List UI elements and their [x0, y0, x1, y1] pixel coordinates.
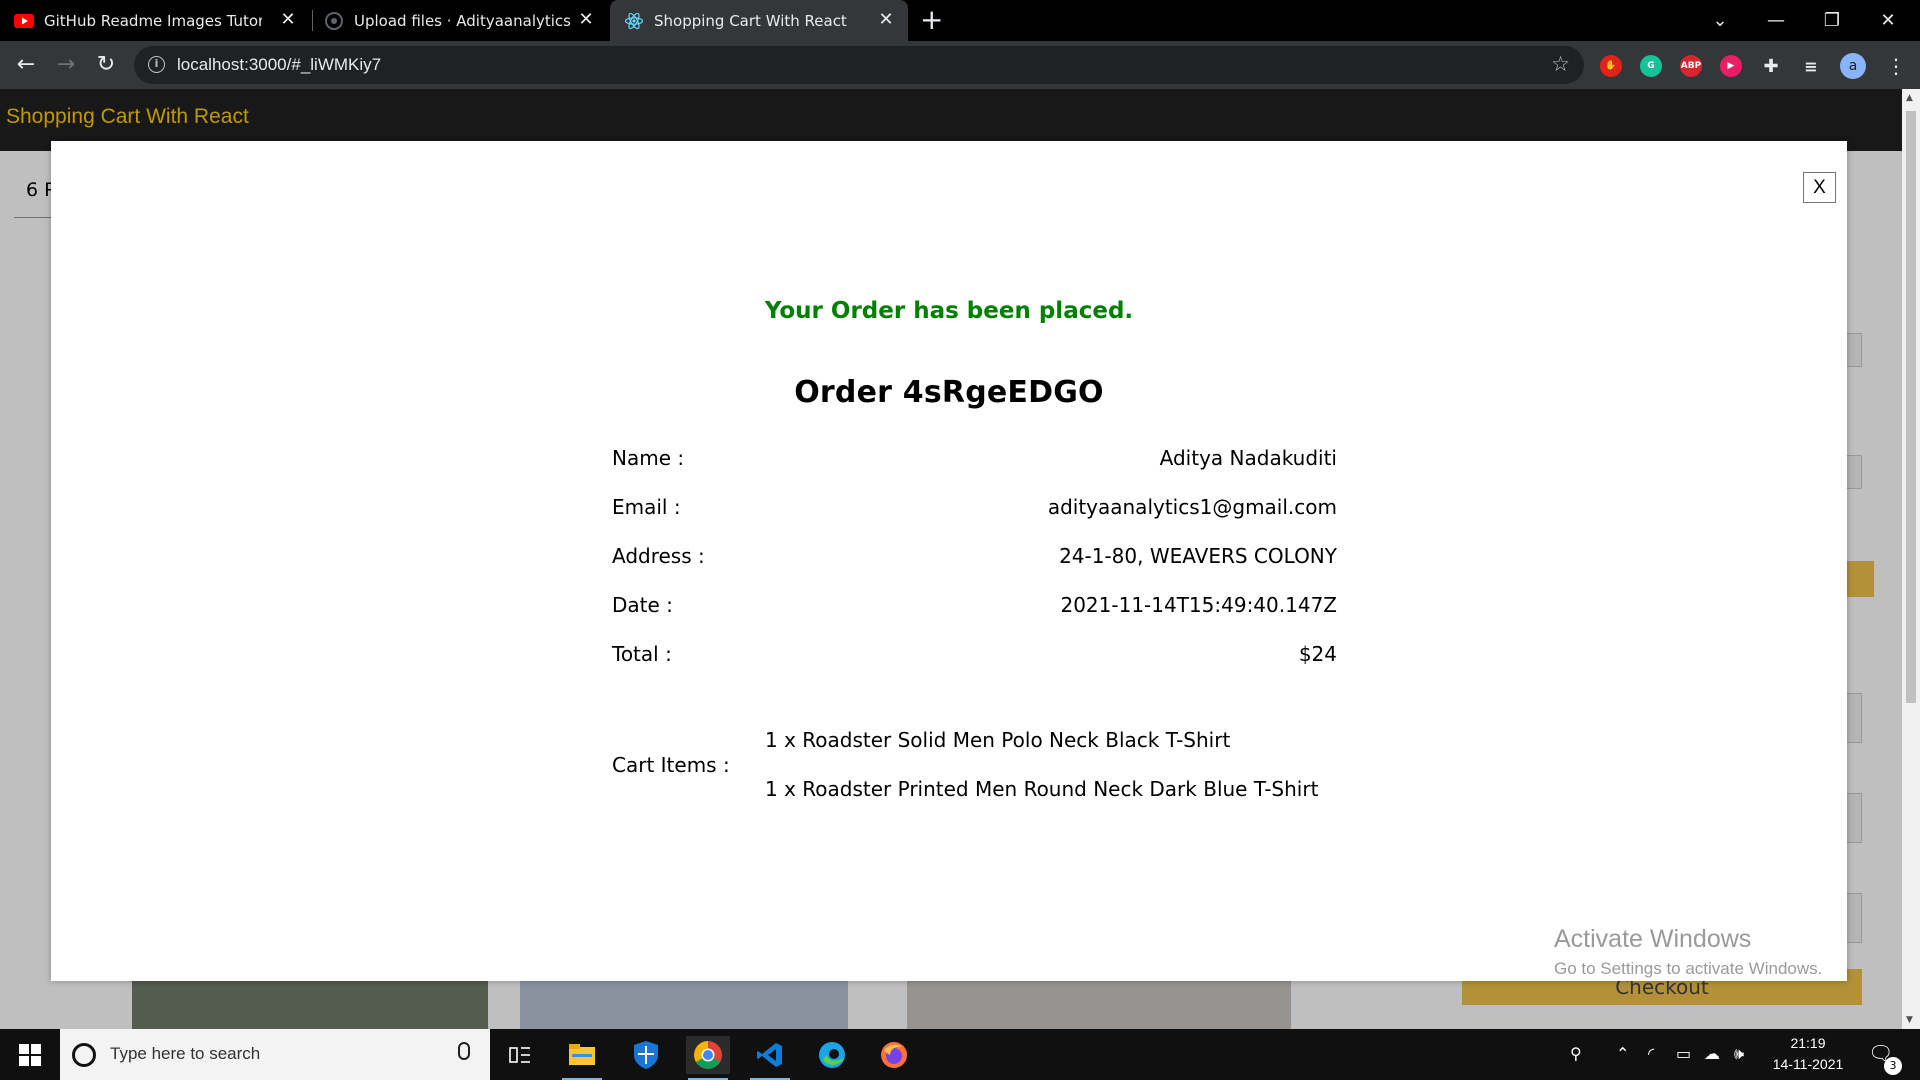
windows-taskbar: Type here to search ⚲ ⌃ ◜ ▭ ☁ 🕪 21:19 14…	[0, 1029, 1920, 1080]
tab-close-icon[interactable]: ✕	[278, 10, 298, 30]
clock-time: 21:19	[1790, 1035, 1826, 1051]
new-tab-icon[interactable]: +	[920, 6, 943, 34]
extension-hand-icon[interactable]: ✋	[1600, 55, 1622, 77]
notification-count-badge: 3	[1884, 1057, 1902, 1075]
grammarly-icon[interactable]: G	[1640, 55, 1662, 77]
activate-windows-subtitle: Go to Settings to activate Windows.	[1554, 959, 1823, 978]
order-field-name: Name : Aditya Nadakuditi	[612, 446, 1337, 476]
vscode-icon[interactable]	[748, 1036, 792, 1080]
bookmark-star-icon[interactable]: ☆	[1551, 52, 1570, 76]
address-bar[interactable]: i localhost:3000/#_liWMKiy7 ☆	[134, 46, 1584, 84]
page-viewport: Shopping Cart With React 6 P Checkout ▲ …	[0, 89, 1920, 1029]
taskbar-search[interactable]: Type here to search	[60, 1029, 490, 1080]
volume-icon[interactable]: 🕪	[1734, 1044, 1744, 1064]
youtube-icon	[14, 11, 34, 31]
reload-icon[interactable]: ↻	[92, 51, 120, 79]
clock-date: 14-11-2021	[1772, 1056, 1844, 1072]
field-label: Date :	[612, 593, 673, 617]
tab-title: GitHub Readme Images Tutorial	[44, 11, 262, 30]
windows-security-icon[interactable]	[624, 1036, 668, 1074]
browser-tab-strip: GitHub Readme Images Tutorial ✕ Upload f…	[0, 0, 1920, 41]
menu-kebab-icon[interactable]: ⋮	[1886, 53, 1906, 79]
avatar[interactable]: a	[1840, 53, 1866, 79]
order-field-email: Email : adityaanalytics1@gmail.com	[612, 495, 1337, 525]
battery-icon[interactable]: ▭	[1676, 1044, 1691, 1063]
back-icon[interactable]: ←	[12, 51, 40, 79]
tab-close-icon[interactable]: ✕	[876, 10, 896, 30]
media-queue-icon[interactable]: ≡	[1800, 55, 1822, 77]
field-label: Name :	[612, 446, 685, 470]
minimize-icon[interactable]: —	[1748, 0, 1804, 41]
field-value: 2021-11-14T15:49:40.147Z	[1060, 593, 1337, 617]
search-placeholder: Type here to search	[110, 1044, 261, 1063]
cortana-icon	[72, 1043, 96, 1067]
scrollbar-thumb[interactable]	[1906, 111, 1916, 703]
address-url[interactable]: localhost:3000/#_liWMKiy7	[177, 55, 381, 75]
field-label: Total :	[612, 642, 672, 666]
tab-github-readme[interactable]: GitHub Readme Images Tutorial ✕	[14, 0, 310, 41]
field-label: Address :	[612, 544, 705, 568]
show-hidden-icons-chevron[interactable]: ⌃	[1616, 1044, 1629, 1063]
site-info-icon[interactable]: i	[148, 56, 165, 73]
cart-item: 1 x Roadster Solid Men Polo Neck Black T…	[765, 728, 1231, 752]
windows-start-icon[interactable]	[0, 1029, 60, 1080]
restore-icon[interactable]: ❐	[1804, 0, 1860, 41]
cart-item: 1 x Roadster Printed Men Round Neck Dark…	[765, 777, 1319, 801]
tab-shopping-cart[interactable]: Shopping Cart With React ✕	[610, 0, 908, 41]
scroll-up-icon[interactable]: ▲	[1906, 93, 1913, 103]
forward-icon[interactable]: →	[52, 51, 80, 79]
order-field-date: Date : 2021-11-14T15:49:40.147Z	[612, 593, 1337, 623]
modal-close-button[interactable]: X	[1803, 172, 1836, 203]
browser-toolbar: ← → ↻ i localhost:3000/#_liWMKiy7 ☆ ✋ G …	[0, 41, 1920, 89]
order-modal: X Your Order has been placed. Order 4sRg…	[51, 141, 1847, 981]
microphone-icon[interactable]	[458, 1042, 470, 1060]
tab-upload-files[interactable]: Upload files · Adityaanalytics1/Sh ✕	[324, 0, 608, 41]
edge-icon[interactable]	[810, 1036, 854, 1074]
file-explorer-icon[interactable]	[560, 1036, 604, 1080]
wifi-icon[interactable]: ◜	[1648, 1044, 1654, 1063]
order-title: Order 4sRgeEDGO	[794, 375, 1104, 410]
tab-title: Upload files · Adityaanalytics1/Sh	[354, 11, 572, 30]
screen-recorder-icon[interactable]: ▶	[1720, 55, 1742, 77]
order-field-total: Total : $24	[612, 642, 1337, 672]
tab-close-icon[interactable]: ✕	[576, 10, 596, 30]
action-center-icon[interactable]: 🗨 3	[1868, 1041, 1902, 1075]
field-value: $24	[1298, 642, 1337, 666]
react-icon	[624, 11, 644, 31]
task-view-icon[interactable]	[498, 1036, 542, 1074]
extensions-puzzle-icon[interactable]: ✚	[1760, 55, 1782, 77]
page-scrollbar[interactable]: ▲ ▼	[1902, 89, 1920, 1029]
chrome-icon[interactable]	[686, 1036, 730, 1080]
tab-search-chevron-icon[interactable]: ⌄	[1692, 0, 1748, 41]
scroll-down-icon[interactable]: ▼	[1906, 1015, 1913, 1025]
order-field-address: Address : 24-1-80, WEAVERS COLONY	[612, 544, 1337, 574]
adblock-icon[interactable]: ABP	[1680, 55, 1702, 77]
close-window-icon[interactable]: ✕	[1860, 0, 1916, 41]
field-label: Email :	[612, 495, 681, 519]
firefox-icon[interactable]	[872, 1036, 916, 1074]
people-icon[interactable]: ⚲	[1570, 1044, 1582, 1063]
field-value: Aditya Nadakuditi	[1159, 446, 1337, 470]
tab-title: Shopping Cart With React	[654, 11, 847, 30]
order-success-message: Your Order has been placed.	[764, 298, 1134, 324]
github-icon	[324, 11, 344, 31]
onedrive-cloud-icon[interactable]: ☁	[1704, 1044, 1720, 1063]
field-value: 24-1-80, WEAVERS COLONY	[1059, 544, 1337, 568]
system-clock[interactable]: 21:19 14-11-2021	[1760, 1033, 1856, 1075]
field-value: adityaanalytics1@gmail.com	[1047, 495, 1337, 519]
activate-windows-title: Activate Windows	[1554, 925, 1752, 953]
cart-items-label: Cart Items :	[612, 753, 730, 777]
